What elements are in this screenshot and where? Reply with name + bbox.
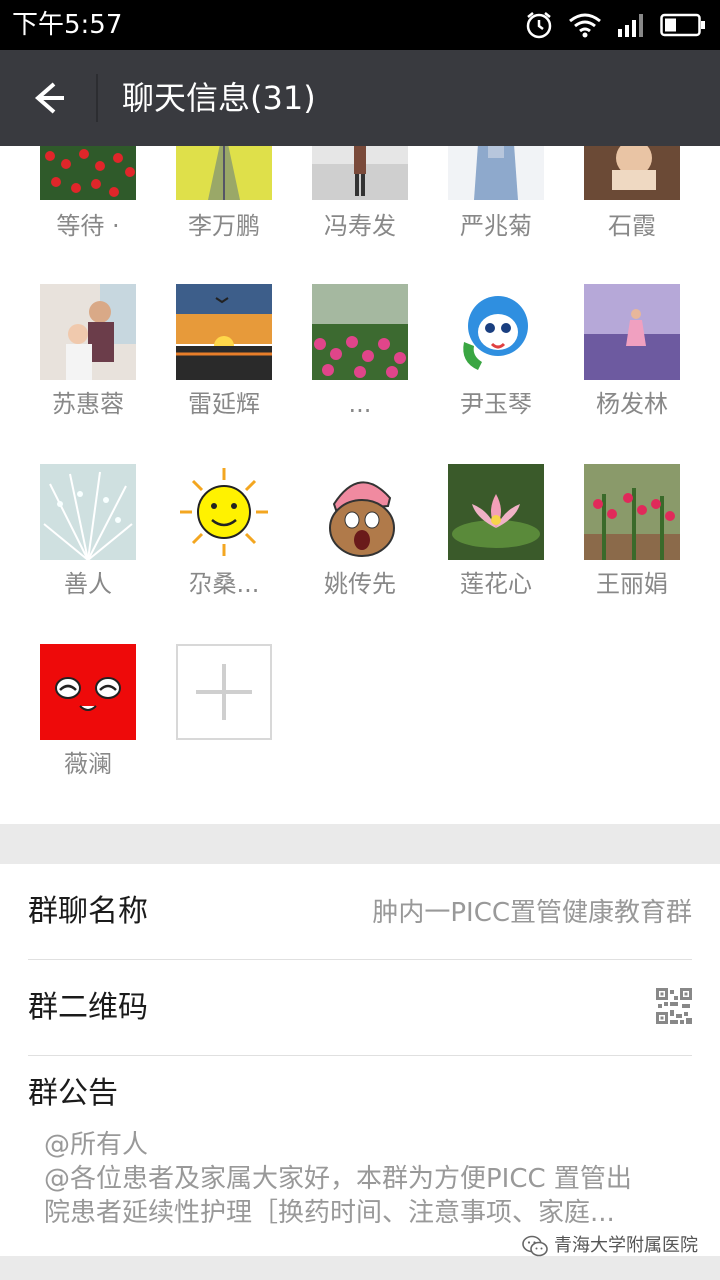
avatar	[40, 146, 136, 200]
member-name: 石霞	[608, 212, 656, 240]
avatar	[40, 464, 136, 560]
status-icons	[524, 9, 706, 41]
status-bar: 下午5:57	[0, 0, 720, 50]
group-name-value: 肿内一PICC置管健康教育群	[372, 898, 692, 928]
member-name: 善人	[64, 570, 112, 598]
wechat-icon	[522, 1235, 548, 1257]
back-arrow-icon[interactable]	[24, 74, 72, 122]
member-name: 严兆菊	[460, 212, 532, 240]
avatar	[584, 284, 680, 380]
avatar	[584, 464, 680, 560]
page-title: 聊天信息(31)	[122, 79, 316, 117]
avatar	[176, 464, 272, 560]
announcement-line: @所有人	[44, 1130, 149, 1160]
member-name: 等待 ·	[56, 212, 120, 240]
avatar	[176, 146, 272, 200]
status-time: 下午5:57	[12, 10, 123, 40]
watermark-text: 青海大学附属医院	[554, 1235, 698, 1256]
avatar	[312, 464, 408, 560]
signal-icon	[618, 14, 643, 37]
announcement-label: 群公告	[28, 1076, 118, 1111]
watermark: 青海大学附属医院	[522, 1234, 698, 1258]
group-name-label: 群聊名称	[28, 894, 148, 929]
member-name: 苏惠蓉	[52, 390, 124, 418]
member-name: 薇澜	[64, 750, 112, 778]
avatar	[448, 146, 544, 200]
member-name: 莲花心	[460, 570, 532, 598]
member-grid: 等待 · 李万鹏 冯寿发 严兆菊 石霞 苏惠蓉 雷延辉 ... 尹玉琴 杨发林 …	[0, 146, 720, 824]
qrcode-row[interactable]: 群二维码	[28, 960, 692, 1056]
announcement-line: 院患者延续性护理［换药时间、注意事项、家庭...	[44, 1198, 615, 1228]
alarm-icon	[526, 12, 552, 39]
avatar	[312, 284, 408, 380]
member-name: 尕桑...	[188, 570, 260, 598]
announcement-content: @所有人 @各位患者及家属大家好，本群为方便PICC 置管出 院患者延续性护理［…	[44, 1128, 684, 1230]
group-settings: 群聊名称 肿内一PICC置管健康教育群 群二维码 群公告 @所有人 @各位患者及…	[0, 864, 720, 1256]
member-name: 王丽娟	[596, 570, 668, 598]
avatar	[584, 146, 680, 200]
battery-icon	[660, 13, 705, 37]
bottom-strip	[0, 1256, 720, 1280]
member-name: 李万鹏	[188, 212, 260, 240]
avatar	[448, 284, 544, 380]
announcement-row[interactable]: 群公告 @所有人 @各位患者及家属大家好，本群为方便PICC 置管出 院患者延续…	[28, 1056, 692, 1256]
announcement-line: @各位患者及家属大家好，本群为方便PICC 置管出	[44, 1164, 632, 1194]
member-name: 杨发林	[596, 390, 668, 418]
qr-code-icon	[656, 988, 692, 1024]
member-name: 姚传先	[324, 570, 396, 598]
avatar	[312, 146, 408, 200]
member-name: 雷延辉	[188, 390, 260, 418]
member-name: 冯寿发	[324, 212, 396, 240]
avatar	[40, 284, 136, 380]
qrcode-label: 群二维码	[28, 990, 148, 1025]
wifi-icon	[569, 13, 601, 38]
nav-divider	[96, 74, 98, 122]
group-name-row[interactable]: 群聊名称 肿内一PICC置管健康教育群	[28, 864, 692, 960]
avatar	[40, 644, 136, 740]
add-member-button[interactable]	[176, 644, 272, 740]
member-name: ...	[348, 390, 372, 418]
section-divider	[0, 824, 720, 864]
plus-icon	[196, 664, 252, 720]
avatar	[176, 284, 272, 380]
member-name: 尹玉琴	[460, 390, 532, 418]
nav-bar: 聊天信息(31)	[0, 50, 720, 146]
avatar	[448, 464, 544, 560]
